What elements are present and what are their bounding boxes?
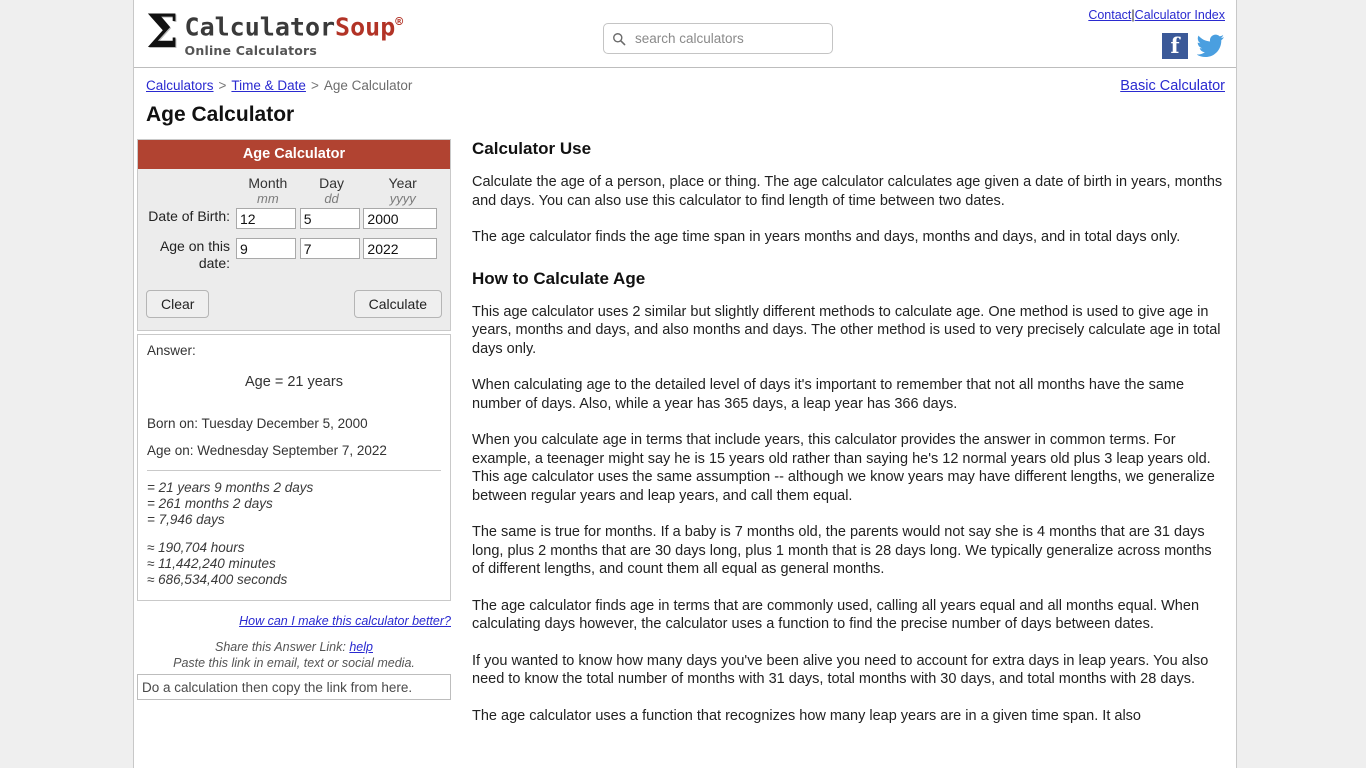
facebook-icon[interactable]: f — [1162, 33, 1188, 59]
column-headers-row: Month mm Day dd Year yyyy — [146, 175, 442, 208]
site-logo[interactable]: Σ CalculatorSoup® Online Calculators — [146, 6, 403, 58]
date-input-grid: Month mm Day dd Year yyyy Date of Birth:… — [146, 175, 442, 272]
breadcrumb: Calculators > Time & Date > Age Calculator — [146, 78, 1224, 93]
twitter-icon[interactable] — [1197, 33, 1225, 59]
dob-day-cell — [299, 208, 364, 238]
dob-month-cell — [236, 208, 300, 238]
feedback-row: How can I make this calculator better? — [137, 614, 451, 628]
paragraph-9: The age calculator uses a function that … — [472, 707, 1141, 724]
share-label-text: Share this Answer Link: — [215, 640, 346, 654]
breadcrumb-separator: > — [218, 78, 227, 93]
share-help-link[interactable]: help — [349, 640, 373, 654]
ageon-year-input[interactable] — [363, 238, 438, 259]
calculator-index-link[interactable]: Calculator Index — [1135, 8, 1225, 22]
paragraph-1: Calculate the age of a person, place or … — [472, 174, 1223, 209]
ageon-month-input[interactable] — [236, 238, 296, 259]
paragraph-2: The age calculator finds the age time sp… — [472, 229, 1181, 245]
share-section: Share this Answer Link: help Paste this … — [137, 640, 451, 700]
header-month: Month mm — [236, 175, 300, 208]
answer-box: Answer: Age = 21 years Born on: Tuesday … — [137, 334, 451, 601]
ageon-day-input[interactable] — [299, 238, 360, 259]
brand-text: CalculatorSoup® Online Calculators — [184, 6, 404, 59]
answer-equality-2: = 261 months 2 days — [147, 496, 273, 511]
age-on-date-label: Age on this date: — [159, 238, 230, 271]
breadcrumb-calculators[interactable]: Calculators — [146, 78, 214, 93]
answer-label: Answer: — [147, 343, 196, 358]
paragraph-8: If you wanted to know how many days you'… — [472, 652, 1209, 688]
social-links: f — [1162, 33, 1225, 59]
content-columns: Age Calculator Month mm Day dd Year yyyy… — [134, 127, 1236, 743]
breadcrumb-separator: > — [310, 78, 319, 93]
header-year: Year yyyy — [363, 175, 442, 208]
left-column: Age Calculator Month mm Day dd Year yyyy… — [134, 139, 464, 743]
calculator-panel-title: Age Calculator — [138, 140, 450, 169]
share-label: Share this Answer Link: help — [137, 640, 451, 654]
brand-name-soup: Soup — [335, 12, 396, 42]
answer-equality-1: = 21 years 9 months 2 days — [147, 480, 314, 495]
header-spacer — [146, 175, 236, 208]
calculator-form: Month mm Day dd Year yyyy Date of Birth:… — [138, 169, 450, 330]
answer-spacer — [147, 528, 441, 540]
heading-calculator-use: Calculator Use — [472, 139, 592, 158]
answer-headline: Age = 21 years — [245, 374, 343, 390]
answer-age-on: Age on: Wednesday September 7, 2022 — [147, 443, 387, 458]
registered-trademark-icon: ® — [395, 15, 404, 30]
header-day: Day dd — [300, 175, 364, 208]
search-input[interactable] — [633, 30, 823, 47]
age-on-date-row: Age on this date: — [146, 238, 442, 272]
page-container: Σ CalculatorSoup® Online Calculators Con… — [133, 0, 1237, 768]
dob-year-input[interactable] — [363, 208, 438, 229]
search-box[interactable] — [603, 23, 833, 54]
paragraph-5: When you calculate age in terms that inc… — [472, 432, 1215, 504]
breadcrumb-current: Age Calculator — [323, 78, 413, 93]
search-icon — [613, 32, 626, 45]
share-hint: Paste this link in email, text or social… — [173, 656, 415, 670]
paragraph-7: The age calculator finds age in terms th… — [472, 597, 1200, 633]
header-month-label: Month — [248, 175, 288, 191]
brand-tagline: Online Calculators — [184, 43, 318, 59]
dob-year-cell — [363, 208, 442, 238]
paragraph-6: The same is true for months. If a baby i… — [472, 524, 1212, 577]
brand-name-calculator: Calculator — [184, 12, 336, 42]
breadcrumb-time-and-date[interactable]: Time & Date — [231, 78, 306, 93]
heading-how-to-calculate-age: How to Calculate Age — [472, 268, 646, 288]
ageon-day-cell — [299, 238, 364, 272]
contact-link[interactable]: Contact — [1088, 8, 1131, 22]
header-day-label: Day — [319, 175, 344, 191]
answer-born-on: Born on: Tuesday December 5, 2000 — [147, 416, 368, 431]
dob-day-input[interactable] — [299, 208, 360, 229]
answer-approx-seconds: ≈ 686,534,400 seconds — [147, 572, 288, 587]
site-header: Σ CalculatorSoup® Online Calculators Con… — [134, 0, 1236, 68]
answer-approx-hours: ≈ 190,704 hours — [147, 540, 245, 555]
clear-button[interactable]: Clear — [146, 290, 210, 318]
date-of-birth-label: Date of Birth: — [148, 208, 230, 224]
ageon-year-cell — [363, 238, 442, 272]
age-calculator-panel: Age Calculator Month mm Day dd Year yyyy… — [137, 139, 451, 331]
right-column: Calculator Use Calculate the age of a pe… — [464, 139, 1236, 743]
paragraph-4: When calculating age to the detailed lev… — [472, 377, 1185, 412]
paragraph-3: This age calculator uses 2 similar but s… — [472, 303, 1221, 357]
ageon-month-cell — [236, 238, 300, 272]
calculate-button[interactable]: Calculate — [353, 290, 442, 318]
page-title: Age Calculator — [146, 103, 295, 126]
answer-approx-minutes: ≈ 11,442,240 minutes — [147, 556, 276, 571]
sigma-icon: Σ — [146, 4, 179, 58]
dob-month-input[interactable] — [236, 208, 296, 229]
header-month-format: mm — [257, 191, 279, 206]
breadcrumb-row: Calculators > Time & Date > Age Calculator B… — [134, 68, 1236, 96]
header-year-format: yyyy — [389, 191, 416, 206]
date-of-birth-row: Date of Birth: — [146, 208, 442, 238]
header-year-label: Year — [388, 175, 417, 191]
basic-calculator-link[interactable]: Basic Calculator — [1120, 78, 1225, 94]
share-link-input[interactable] — [137, 674, 451, 700]
button-row: Clear Calculate — [146, 290, 442, 318]
feedback-link[interactable]: How can I make this calculator better? — [239, 614, 451, 628]
header-links: Contact|Calculator Index — [1088, 8, 1225, 22]
answer-divider — [147, 470, 441, 471]
header-day-format: dd — [324, 191, 339, 206]
answer-equality-3: = 7,946 days — [147, 512, 225, 527]
